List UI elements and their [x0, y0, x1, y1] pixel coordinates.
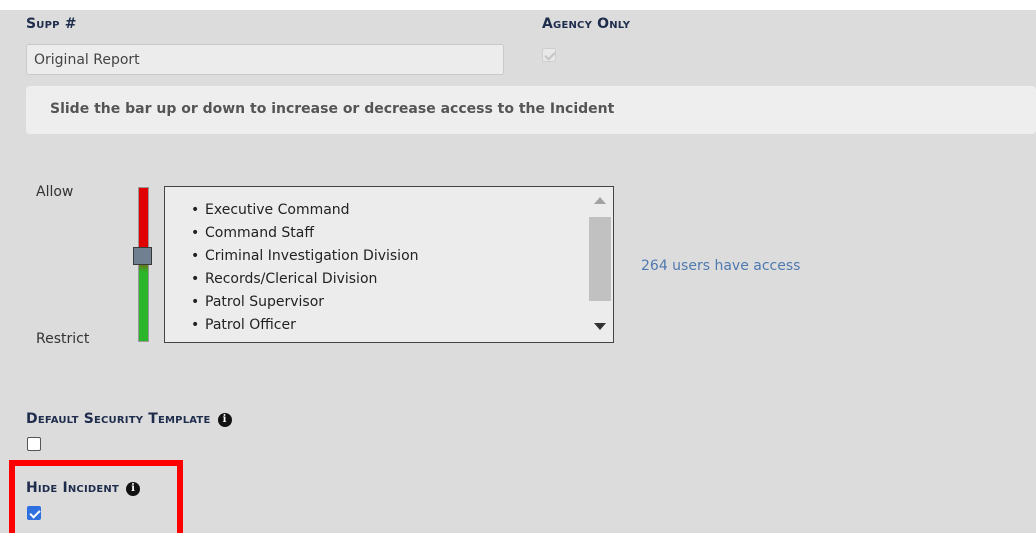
highlight-box	[9, 460, 183, 533]
slider-allow-label: Allow	[36, 184, 74, 200]
list-item: Criminal Investigation Division	[191, 245, 418, 268]
list-item: Patrol Officer	[191, 314, 419, 337]
instruction-banner: Slide the bar up or down to increase or …	[26, 86, 1036, 134]
list-item: Records/Clerical Division	[191, 268, 419, 291]
instruction-text: Slide the bar up or down to increase or …	[50, 101, 615, 117]
agency-only-label: Agency Only	[542, 16, 631, 32]
list-item: Command Staff	[191, 222, 419, 245]
supp-input[interactable]: Original Report	[26, 44, 504, 75]
list-item: Patrol Supervisor	[191, 291, 419, 314]
default-template-label-text: Default Security Template	[26, 411, 211, 427]
list-item: Executive Command	[191, 199, 419, 222]
scroll-thumb[interactable]	[589, 217, 611, 301]
access-slider-handle[interactable]	[133, 247, 152, 265]
top-strip	[0, 0, 1036, 10]
slider-restrict-label: Restrict	[36, 331, 90, 347]
scroll-down-arrow-icon[interactable]	[594, 323, 606, 330]
scroll-up-arrow-icon[interactable]	[594, 197, 606, 204]
default-template-checkbox[interactable]	[27, 437, 41, 451]
supp-label: Supp #	[26, 16, 77, 32]
users-access-count: 264 users have access	[641, 258, 801, 274]
info-icon[interactable]: i	[217, 413, 232, 427]
agency-only-checkbox	[542, 48, 556, 62]
list-scrollbar[interactable]	[587, 187, 613, 342]
access-groups-list[interactable]: Executive Command Command Staff Criminal…	[164, 186, 614, 343]
default-template-label: Default Security Template i	[26, 411, 232, 427]
